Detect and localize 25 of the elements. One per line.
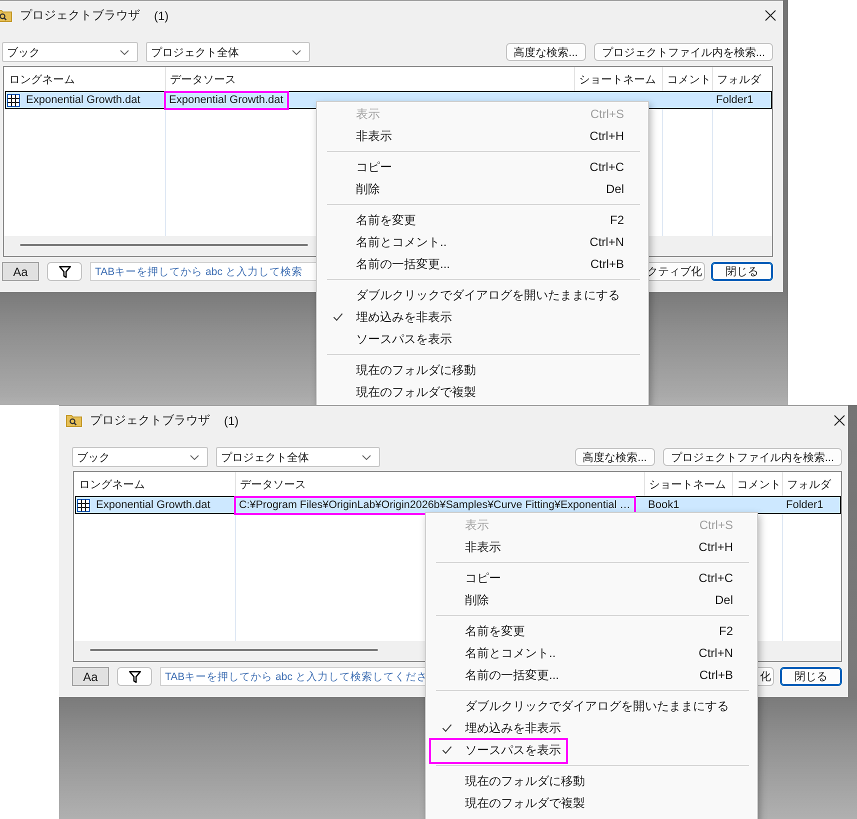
keyboard-shortcut: Ctrl+C [698, 571, 733, 585]
item-count: (1) [154, 8, 169, 22]
keyboard-shortcut: Ctrl+B [699, 668, 733, 682]
window-title: プロジェクトブラウザ [20, 7, 140, 24]
keyboard-shortcut: F2 [610, 213, 624, 227]
keyboard-shortcut: F2 [718, 624, 733, 638]
keyboard-shortcut: Ctrl+S [699, 518, 733, 532]
table-cell: C:¥Program Files¥OriginLab¥Origin2026b¥Samples¥Curve Fitting¥Exponential … [239, 499, 630, 511]
keyboard-shortcut: Del [606, 182, 624, 196]
keyboard-shortcut: Ctrl+N [590, 235, 624, 249]
table-cell: Book1 [648, 499, 680, 511]
window-title: プロジェクトブラウザ [90, 412, 210, 429]
keyboard-shortcut: Ctrl+S [590, 107, 624, 121]
keyboard-shortcut: Ctrl+H [698, 540, 733, 554]
keyboard-shortcut: Ctrl+N [698, 646, 733, 660]
table-cell: Folder1 [716, 94, 754, 106]
table-cell: Exponential Growth.dat [169, 94, 284, 106]
keyboard-shortcut: Del [714, 593, 733, 607]
keyboard-shortcut: Ctrl+B [590, 257, 624, 271]
keyboard-shortcut: Ctrl+H [590, 129, 624, 143]
item-count: (1) [224, 414, 239, 428]
table-cell: Folder1 [786, 499, 824, 511]
table-cell: Exponential Growth.dat [26, 94, 140, 106]
keyboard-shortcut: Ctrl+C [590, 160, 624, 174]
table-cell: Exponential Growth.dat [96, 499, 210, 511]
